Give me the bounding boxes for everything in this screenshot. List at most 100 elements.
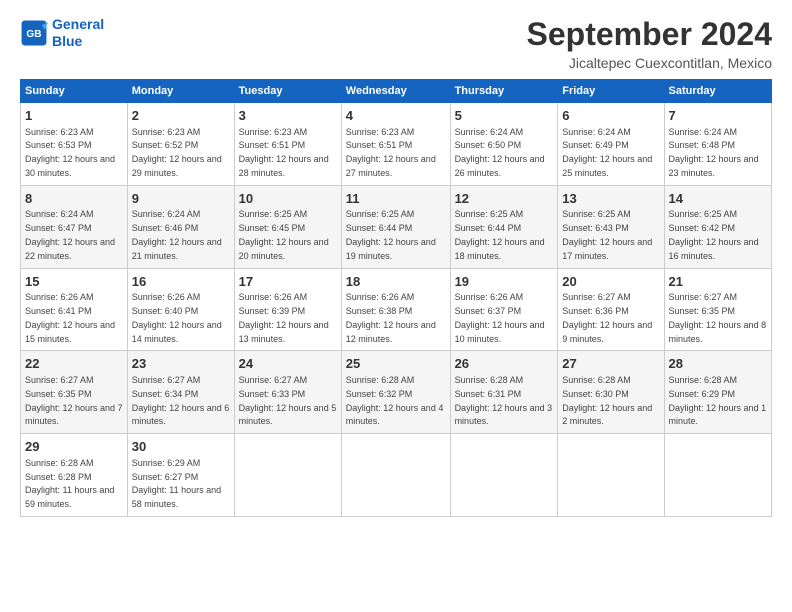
day-number: 17 — [239, 273, 337, 291]
day-number: 20 — [562, 273, 659, 291]
title-block: September 2024 Jicaltepec Cuexcontitlan,… — [527, 16, 772, 71]
calendar-cell: 24 Sunrise: 6:27 AMSunset: 6:33 PMDaylig… — [234, 351, 341, 434]
day-info: Sunrise: 6:26 AMSunset: 6:37 PMDaylight:… — [455, 292, 545, 343]
page-header: GB General Blue September 2024 Jicaltepe… — [20, 16, 772, 71]
calendar-cell: 27 Sunrise: 6:28 AMSunset: 6:30 PMDaylig… — [558, 351, 664, 434]
day-number: 21 — [669, 273, 767, 291]
day-info: Sunrise: 6:24 AMSunset: 6:49 PMDaylight:… — [562, 127, 652, 178]
calendar-cell: 29 Sunrise: 6:28 AMSunset: 6:28 PMDaylig… — [21, 434, 128, 517]
day-number: 5 — [455, 107, 554, 125]
calendar-week-4: 22 Sunrise: 6:27 AMSunset: 6:35 PMDaylig… — [21, 351, 772, 434]
calendar-week-2: 8 Sunrise: 6:24 AMSunset: 6:47 PMDayligh… — [21, 185, 772, 268]
day-info: Sunrise: 6:23 AMSunset: 6:51 PMDaylight:… — [239, 127, 329, 178]
logo: GB General Blue — [20, 16, 104, 50]
day-info: Sunrise: 6:27 AMSunset: 6:35 PMDaylight:… — [669, 292, 767, 343]
calendar-cell: 1 Sunrise: 6:23 AMSunset: 6:53 PMDayligh… — [21, 103, 128, 186]
day-info: Sunrise: 6:26 AMSunset: 6:38 PMDaylight:… — [346, 292, 436, 343]
page-subtitle: Jicaltepec Cuexcontitlan, Mexico — [527, 55, 772, 71]
logo-icon: GB — [20, 19, 48, 47]
col-header-friday: Friday — [558, 80, 664, 103]
calendar-cell: 20 Sunrise: 6:27 AMSunset: 6:36 PMDaylig… — [558, 268, 664, 351]
day-number: 12 — [455, 190, 554, 208]
day-info: Sunrise: 6:23 AMSunset: 6:51 PMDaylight:… — [346, 127, 436, 178]
day-info: Sunrise: 6:25 AMSunset: 6:44 PMDaylight:… — [455, 209, 545, 260]
logo-line1: General — [52, 16, 104, 32]
day-number: 14 — [669, 190, 767, 208]
day-number: 26 — [455, 355, 554, 373]
col-header-tuesday: Tuesday — [234, 80, 341, 103]
day-number: 7 — [669, 107, 767, 125]
calendar-cell: 4 Sunrise: 6:23 AMSunset: 6:51 PMDayligh… — [341, 103, 450, 186]
logo-line2: Blue — [52, 33, 82, 49]
col-header-saturday: Saturday — [664, 80, 771, 103]
day-number: 27 — [562, 355, 659, 373]
day-info: Sunrise: 6:24 AMSunset: 6:46 PMDaylight:… — [132, 209, 222, 260]
day-info: Sunrise: 6:23 AMSunset: 6:53 PMDaylight:… — [25, 127, 115, 178]
col-header-monday: Monday — [127, 80, 234, 103]
day-number: 6 — [562, 107, 659, 125]
day-info: Sunrise: 6:26 AMSunset: 6:41 PMDaylight:… — [25, 292, 115, 343]
day-number: 8 — [25, 190, 123, 208]
calendar-cell — [341, 434, 450, 517]
calendar-cell: 12 Sunrise: 6:25 AMSunset: 6:44 PMDaylig… — [450, 185, 558, 268]
calendar-cell: 18 Sunrise: 6:26 AMSunset: 6:38 PMDaylig… — [341, 268, 450, 351]
day-info: Sunrise: 6:29 AMSunset: 6:27 PMDaylight:… — [132, 458, 221, 509]
calendar-cell — [234, 434, 341, 517]
calendar-cell: 8 Sunrise: 6:24 AMSunset: 6:47 PMDayligh… — [21, 185, 128, 268]
day-info: Sunrise: 6:28 AMSunset: 6:32 PMDaylight:… — [346, 375, 444, 426]
calendar-cell: 11 Sunrise: 6:25 AMSunset: 6:44 PMDaylig… — [341, 185, 450, 268]
day-number: 23 — [132, 355, 230, 373]
day-info: Sunrise: 6:25 AMSunset: 6:45 PMDaylight:… — [239, 209, 329, 260]
day-number: 25 — [346, 355, 446, 373]
calendar-cell: 13 Sunrise: 6:25 AMSunset: 6:43 PMDaylig… — [558, 185, 664, 268]
day-info: Sunrise: 6:27 AMSunset: 6:36 PMDaylight:… — [562, 292, 652, 343]
day-number: 16 — [132, 273, 230, 291]
day-info: Sunrise: 6:25 AMSunset: 6:44 PMDaylight:… — [346, 209, 436, 260]
calendar-cell: 25 Sunrise: 6:28 AMSunset: 6:32 PMDaylig… — [341, 351, 450, 434]
day-info: Sunrise: 6:24 AMSunset: 6:48 PMDaylight:… — [669, 127, 759, 178]
calendar-cell: 7 Sunrise: 6:24 AMSunset: 6:48 PMDayligh… — [664, 103, 771, 186]
day-number: 1 — [25, 107, 123, 125]
calendar-cell: 30 Sunrise: 6:29 AMSunset: 6:27 PMDaylig… — [127, 434, 234, 517]
calendar-cell: 22 Sunrise: 6:27 AMSunset: 6:35 PMDaylig… — [21, 351, 128, 434]
calendar-cell: 15 Sunrise: 6:26 AMSunset: 6:41 PMDaylig… — [21, 268, 128, 351]
day-number: 4 — [346, 107, 446, 125]
day-info: Sunrise: 6:24 AMSunset: 6:47 PMDaylight:… — [25, 209, 115, 260]
calendar-cell — [450, 434, 558, 517]
calendar-cell: 16 Sunrise: 6:26 AMSunset: 6:40 PMDaylig… — [127, 268, 234, 351]
day-info: Sunrise: 6:27 AMSunset: 6:35 PMDaylight:… — [25, 375, 123, 426]
calendar-cell: 26 Sunrise: 6:28 AMSunset: 6:31 PMDaylig… — [450, 351, 558, 434]
day-info: Sunrise: 6:25 AMSunset: 6:43 PMDaylight:… — [562, 209, 652, 260]
calendar-header-row: SundayMondayTuesdayWednesdayThursdayFrid… — [21, 80, 772, 103]
day-number: 24 — [239, 355, 337, 373]
day-info: Sunrise: 6:28 AMSunset: 6:29 PMDaylight:… — [669, 375, 767, 426]
day-number: 3 — [239, 107, 337, 125]
day-info: Sunrise: 6:28 AMSunset: 6:28 PMDaylight:… — [25, 458, 114, 509]
day-number: 19 — [455, 273, 554, 291]
page-title: September 2024 — [527, 16, 772, 53]
calendar-week-3: 15 Sunrise: 6:26 AMSunset: 6:41 PMDaylig… — [21, 268, 772, 351]
day-number: 18 — [346, 273, 446, 291]
day-number: 28 — [669, 355, 767, 373]
calendar-cell: 28 Sunrise: 6:28 AMSunset: 6:29 PMDaylig… — [664, 351, 771, 434]
day-number: 30 — [132, 438, 230, 456]
day-info: Sunrise: 6:26 AMSunset: 6:39 PMDaylight:… — [239, 292, 329, 343]
day-number: 13 — [562, 190, 659, 208]
day-info: Sunrise: 6:27 AMSunset: 6:33 PMDaylight:… — [239, 375, 337, 426]
svg-text:GB: GB — [26, 29, 41, 40]
calendar-cell: 17 Sunrise: 6:26 AMSunset: 6:39 PMDaylig… — [234, 268, 341, 351]
day-number: 2 — [132, 107, 230, 125]
day-number: 15 — [25, 273, 123, 291]
calendar-cell: 5 Sunrise: 6:24 AMSunset: 6:50 PMDayligh… — [450, 103, 558, 186]
col-header-thursday: Thursday — [450, 80, 558, 103]
day-number: 10 — [239, 190, 337, 208]
day-info: Sunrise: 6:27 AMSunset: 6:34 PMDaylight:… — [132, 375, 230, 426]
day-info: Sunrise: 6:26 AMSunset: 6:40 PMDaylight:… — [132, 292, 222, 343]
calendar-week-5: 29 Sunrise: 6:28 AMSunset: 6:28 PMDaylig… — [21, 434, 772, 517]
calendar-cell: 23 Sunrise: 6:27 AMSunset: 6:34 PMDaylig… — [127, 351, 234, 434]
calendar-cell: 10 Sunrise: 6:25 AMSunset: 6:45 PMDaylig… — [234, 185, 341, 268]
calendar-week-1: 1 Sunrise: 6:23 AMSunset: 6:53 PMDayligh… — [21, 103, 772, 186]
day-info: Sunrise: 6:28 AMSunset: 6:31 PMDaylight:… — [455, 375, 553, 426]
calendar-cell: 21 Sunrise: 6:27 AMSunset: 6:35 PMDaylig… — [664, 268, 771, 351]
day-info: Sunrise: 6:23 AMSunset: 6:52 PMDaylight:… — [132, 127, 222, 178]
